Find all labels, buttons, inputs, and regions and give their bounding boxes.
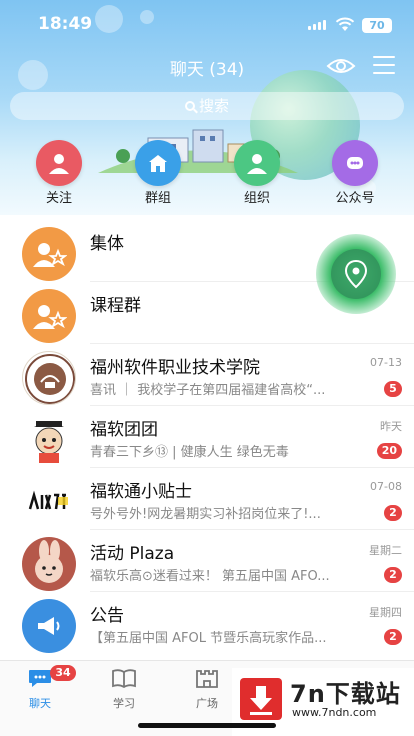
- person-icon: [234, 140, 280, 186]
- group-avatar: [22, 289, 76, 343]
- shortcut-bar: 关注 群组 组织 公众号: [0, 140, 414, 206]
- shortcut-label: 组织: [243, 191, 270, 206]
- list-item[interactable]: 公告 【第五届中国 AFOL 节暨乐高玩家作品... 星期四 2: [0, 592, 414, 654]
- battery-indicator: 70: [362, 18, 392, 33]
- conversation-name: 公告: [90, 606, 124, 626]
- location-pin-icon: [331, 249, 381, 299]
- search-bar[interactable]: 搜索: [10, 92, 404, 120]
- shortcut-official-accounts[interactable]: 公众号: [320, 140, 390, 206]
- signal-icon: [308, 20, 326, 30]
- person-icon: [36, 140, 82, 186]
- conversation-time: 星期四: [369, 606, 402, 619]
- unread-badge: 2: [384, 505, 402, 521]
- conversation-name: 福软通小贴士: [90, 482, 192, 502]
- eye-icon[interactable]: [326, 54, 356, 78]
- conversation-time: 07-08: [370, 480, 402, 493]
- list-item[interactable]: 活动 Plaza 福软乐高⊙迷看过来！ 第五届中国 AFO... 星期二 2: [0, 530, 414, 592]
- shortcut-label: 群组: [144, 191, 171, 206]
- conversation-preview: 喜讯 ｜ 我校学子在第四届福建省高校“...: [90, 383, 326, 398]
- search-icon: [184, 101, 195, 111]
- status-time: 18:49: [38, 14, 93, 34]
- shortcut-follow[interactable]: 关注: [24, 140, 94, 206]
- title-bar: 聊天 (34): [0, 52, 414, 82]
- chat-unread-badge: 34: [50, 665, 76, 681]
- tab-label: 聊天: [29, 697, 51, 710]
- tab-label: 广场: [196, 697, 218, 710]
- conversation-time: 昨天: [380, 420, 402, 433]
- status-bar: 18:49 70: [0, 0, 414, 48]
- shortcut-label: 关注: [45, 191, 72, 206]
- conversation-preview: 【第五届中国 AFOL 节暨乐高玩家作品...: [90, 631, 327, 646]
- watermark-url: www.7ndn.com: [292, 706, 377, 719]
- tab-label: 学习: [113, 697, 135, 710]
- mascot-avatar: [22, 413, 76, 467]
- download-logo-icon: [240, 678, 282, 720]
- list-item[interactable]: 福软通小贴士 号外号外!网龙暑期实习补招岗位来了!... 07-08 2: [0, 468, 414, 530]
- tab-study[interactable]: 学习: [94, 667, 154, 711]
- list-item[interactable]: 福软团团 青春三下乡⑬ | 健康人生 绿色无毒 昨天 20: [0, 406, 414, 468]
- chat-icon: [29, 670, 51, 687]
- list-item[interactable]: 福州软件职业技术学院 喜讯 ｜ 我校学子在第四届福建省高校“... 07-13 …: [0, 344, 414, 406]
- tips-logo-avatar: [22, 475, 76, 529]
- unread-badge: 20: [376, 443, 402, 459]
- conversation-time: 星期二: [369, 544, 402, 557]
- conversation-preview: 青春三下乡⑬ | 健康人生 绿色无毒: [90, 445, 289, 460]
- search-placeholder: 搜索: [198, 97, 229, 115]
- menu-icon[interactable]: [373, 56, 395, 74]
- rabbit-avatar: [22, 537, 76, 591]
- megaphone-icon: [22, 599, 76, 653]
- broadcast-icon: [332, 140, 378, 186]
- shortcut-organizations[interactable]: 组织: [222, 140, 292, 206]
- conversation-time: 07-13: [370, 356, 402, 369]
- conversation-name: 课程群: [90, 296, 141, 316]
- conversation-name: 福软团团: [90, 420, 158, 440]
- watermark-title: 7n下载站: [290, 680, 401, 708]
- building-icon: [135, 140, 181, 186]
- unread-badge: 2: [384, 629, 402, 645]
- home-indicator: [138, 723, 276, 728]
- conversation-name: 活动 Plaza: [90, 544, 175, 564]
- unread-badge: 2: [384, 567, 402, 583]
- conversation-name: 福州软件职业技术学院: [90, 358, 260, 378]
- conversation-preview: 福软乐高⊙迷看过来！ 第五届中国 AFO...: [90, 569, 330, 584]
- group-avatar: [22, 227, 76, 281]
- conversation-name: 集体: [90, 234, 124, 254]
- shortcut-groups[interactable]: 群组: [123, 140, 193, 206]
- unread-badge: 5: [384, 381, 402, 397]
- conversation-preview: 号外号外!网龙暑期实习补招岗位来了!...: [90, 507, 321, 522]
- school-seal-avatar: [22, 351, 76, 405]
- shortcut-label: 公众号: [335, 191, 375, 206]
- castle-icon: [196, 670, 218, 688]
- book-icon: [112, 669, 136, 689]
- location-button[interactable]: [316, 234, 396, 314]
- tab-square[interactable]: 广场: [177, 667, 237, 711]
- wifi-icon: [335, 17, 355, 31]
